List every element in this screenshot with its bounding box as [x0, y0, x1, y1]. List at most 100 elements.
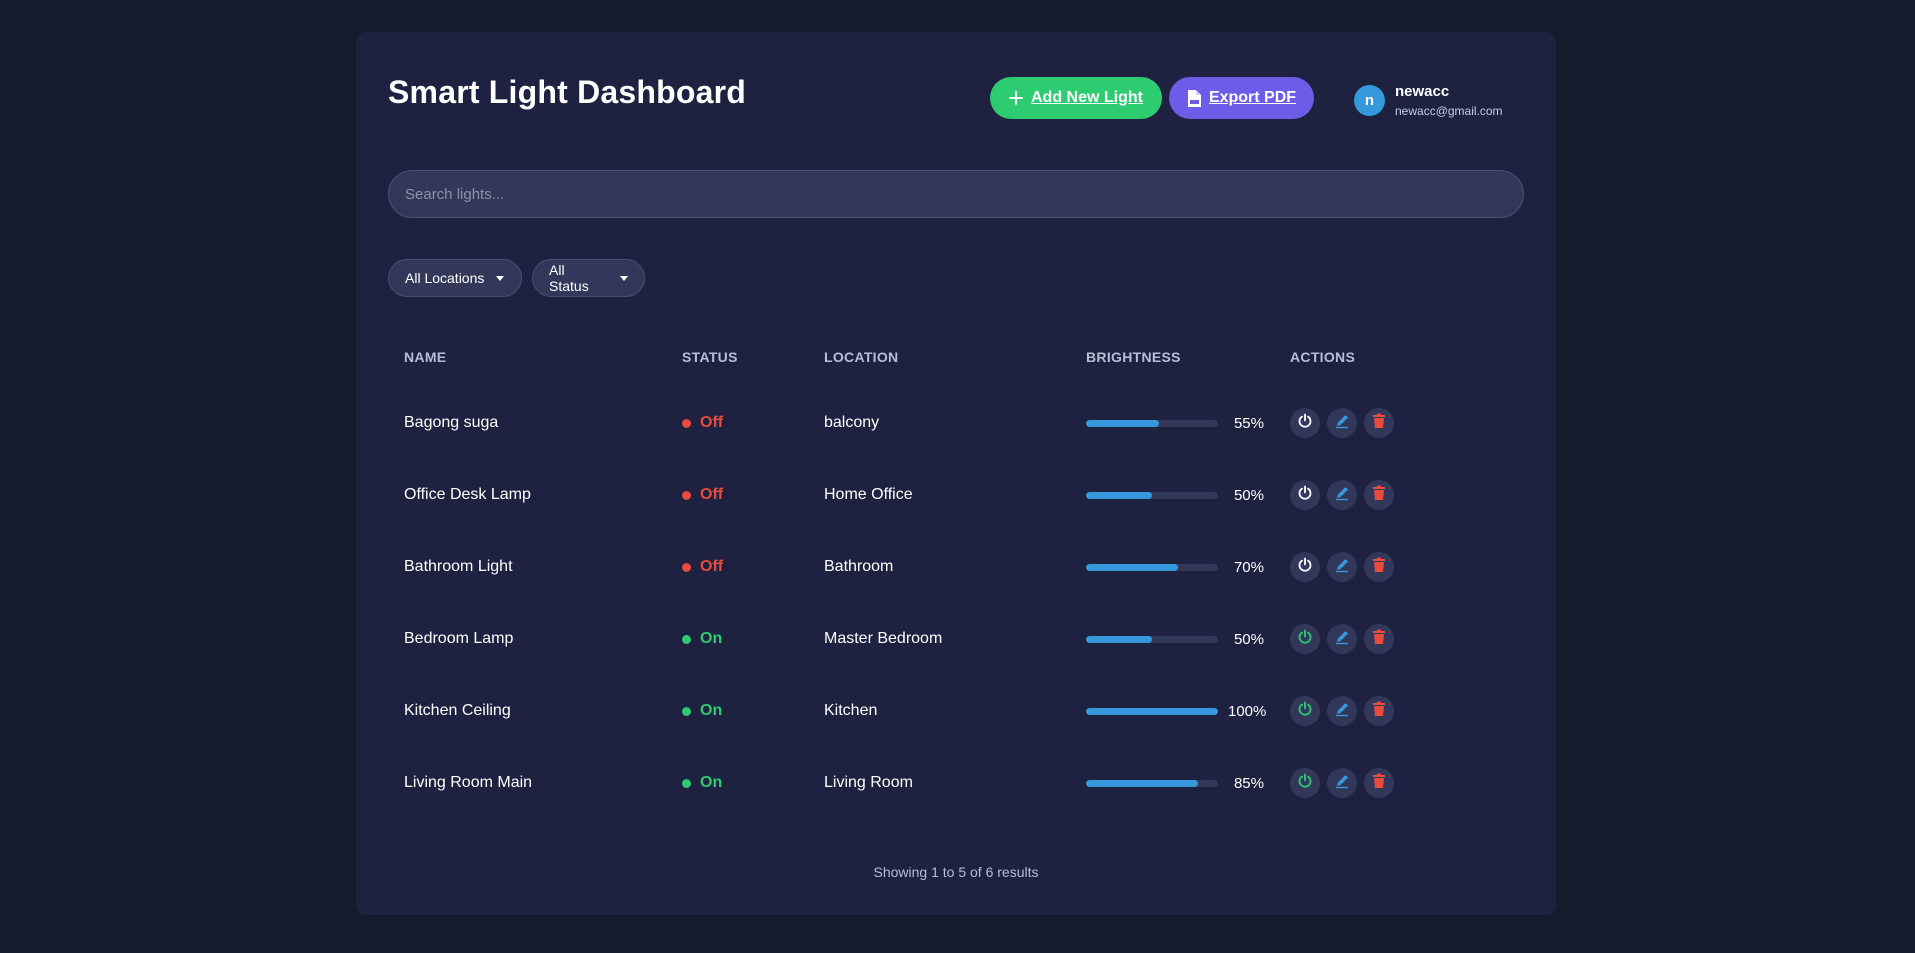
status-filter-label: All Status	[549, 262, 589, 294]
brightness-bar	[1086, 635, 1218, 643]
status-dot-icon	[682, 634, 691, 644]
brightness-cell: 50%	[1086, 603, 1264, 675]
search-input[interactable]	[388, 170, 1524, 218]
chevron-down-icon	[620, 275, 628, 281]
pdf-file-icon	[1187, 89, 1201, 107]
status-badge: On	[682, 675, 722, 747]
add-new-light-button[interactable]: Add New Light	[990, 77, 1162, 119]
location-filter-dropdown[interactable]: All Locations	[388, 259, 522, 297]
light-name: Bagong suga	[404, 414, 499, 431]
power-icon	[1297, 629, 1313, 650]
table-row: Office Desk Lamp Off Home Office 50%	[356, 459, 1556, 531]
light-name: Office Desk Lamp	[404, 486, 531, 503]
edit-light-button[interactable]	[1327, 408, 1357, 438]
pencil-icon	[1334, 629, 1350, 650]
light-location: balcony	[824, 414, 880, 431]
pencil-icon	[1334, 557, 1350, 578]
status-badge: On	[682, 747, 722, 819]
pencil-icon	[1334, 485, 1350, 506]
column-header-location: LOCATION	[824, 349, 899, 365]
trash-icon	[1372, 557, 1386, 578]
delete-light-button[interactable]	[1364, 624, 1394, 654]
delete-light-button[interactable]	[1364, 696, 1394, 726]
user-profile[interactable]: n newacc newacc@gmail.com	[1354, 78, 1503, 122]
edit-light-button[interactable]	[1327, 624, 1357, 654]
table-row: Kitchen Ceiling On Kitchen 100%	[356, 675, 1556, 747]
table-row: Living Room Main On Living Room 85%	[356, 747, 1556, 819]
brightness-bar	[1086, 707, 1218, 715]
trash-icon	[1372, 629, 1386, 650]
toggle-power-button[interactable]	[1290, 408, 1320, 438]
toggle-power-button[interactable]	[1290, 768, 1320, 798]
status-filter-dropdown[interactable]: All Status	[532, 259, 645, 297]
edit-light-button[interactable]	[1327, 768, 1357, 798]
brightness-bar-fill	[1086, 491, 1152, 499]
pencil-icon	[1334, 701, 1350, 722]
export-pdf-button[interactable]: Export PDF	[1169, 77, 1314, 119]
trash-icon	[1372, 701, 1386, 722]
avatar: n	[1354, 84, 1385, 116]
column-header-actions: ACTIONS	[1290, 349, 1356, 365]
trash-icon	[1372, 773, 1386, 794]
delete-light-button[interactable]	[1364, 768, 1394, 798]
status-dot-icon	[682, 778, 691, 788]
brightness-value: 50%	[1233, 630, 1264, 648]
delete-light-button[interactable]	[1364, 480, 1394, 510]
brightness-bar-fill	[1086, 419, 1159, 427]
page-title: Smart Light Dashboard	[388, 74, 747, 110]
delete-light-button[interactable]	[1364, 408, 1394, 438]
table-row: Bathroom Light Off Bathroom 70%	[356, 531, 1556, 603]
trash-icon	[1372, 413, 1386, 434]
row-actions	[1290, 603, 1394, 675]
edit-light-button[interactable]	[1327, 696, 1357, 726]
light-location: Home Office	[824, 486, 913, 503]
add-new-light-label: Add New Light	[1031, 89, 1143, 106]
brightness-bar	[1086, 491, 1218, 499]
brightness-bar	[1086, 419, 1218, 427]
brightness-value: 50%	[1233, 486, 1264, 504]
power-icon	[1297, 701, 1313, 722]
plus-icon	[1009, 91, 1023, 105]
power-icon	[1297, 485, 1313, 506]
chevron-down-icon	[496, 275, 505, 281]
edit-light-button[interactable]	[1327, 552, 1357, 582]
brightness-cell: 100%	[1086, 675, 1267, 747]
status-badge: On	[682, 603, 722, 675]
edit-light-button[interactable]	[1327, 480, 1357, 510]
light-name: Living Room Main	[404, 774, 533, 791]
column-header-status: STATUS	[682, 349, 738, 365]
light-location: Bathroom	[824, 558, 894, 575]
toggle-power-button[interactable]	[1290, 696, 1320, 726]
user-email: newacc@gmail.com	[1395, 103, 1503, 118]
column-header-brightness: BRIGHTNESS	[1086, 349, 1181, 365]
power-icon	[1297, 773, 1313, 794]
brightness-cell: 50%	[1086, 459, 1264, 531]
row-actions	[1290, 459, 1394, 531]
dashboard-panel: Smart Light Dashboard Add New Light Expo…	[356, 32, 1556, 915]
table-row: Bedroom Lamp On Master Bedroom 50%	[356, 603, 1556, 675]
status-dot-icon	[682, 706, 691, 716]
brightness-bar-fill	[1086, 707, 1218, 715]
status-badge: Off	[682, 531, 723, 603]
toggle-power-button[interactable]	[1290, 624, 1320, 654]
status-dot-icon	[682, 418, 691, 428]
row-actions	[1290, 387, 1394, 459]
trash-icon	[1372, 485, 1386, 506]
status-dot-icon	[682, 490, 691, 500]
location-filter-label: All Locations	[405, 270, 485, 286]
row-actions	[1290, 531, 1394, 603]
delete-light-button[interactable]	[1364, 552, 1394, 582]
light-name: Kitchen Ceiling	[404, 702, 511, 719]
toggle-power-button[interactable]	[1290, 480, 1320, 510]
toggle-power-button[interactable]	[1290, 552, 1320, 582]
brightness-cell: 85%	[1086, 747, 1264, 819]
power-icon	[1297, 413, 1313, 434]
status-label: On	[700, 702, 723, 719]
brightness-value: 70%	[1233, 558, 1264, 576]
light-location: Kitchen	[824, 702, 878, 719]
brightness-value: 85%	[1233, 774, 1264, 792]
status-label: On	[700, 630, 723, 647]
status-label: Off	[700, 414, 724, 431]
pencil-icon	[1334, 773, 1350, 794]
brightness-value: 100%	[1228, 702, 1267, 720]
